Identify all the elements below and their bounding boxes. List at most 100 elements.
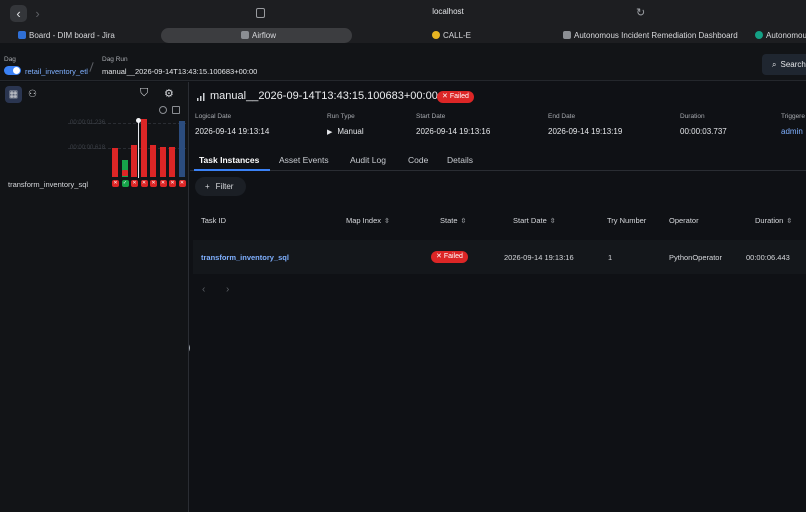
task-id-link[interactable]: transform_inventory_sql [201, 253, 289, 262]
task-instance-state-failed[interactable]: ✕ [150, 180, 157, 187]
run-state-marker [150, 170, 156, 176]
browser-tab-jira[interactable]: Board - DIM board - Jira [18, 28, 115, 43]
tab-label: Airflow [252, 31, 277, 40]
tab-label: Autonomou [766, 31, 806, 40]
end-date-value: 2026-09-14 19:13:19 [548, 127, 623, 136]
column-header-start-date[interactable]: Start Date ⇳ [513, 216, 556, 225]
active-tab-indicator [194, 169, 270, 171]
dag-link[interactable]: retail_inventory_etl [25, 67, 88, 76]
logical-date-value: 2026-09-14 19:13:14 [195, 127, 270, 136]
tab-details[interactable]: Details [447, 155, 473, 165]
search-icon: ⌕ [772, 60, 777, 69]
browser-tab-calle[interactable]: CALL-E [432, 28, 471, 43]
tab-label: Autonomous Incident Remediation Dashboar… [574, 31, 738, 40]
run-duration-bar[interactable] [140, 119, 147, 177]
play-icon: ▶ [327, 129, 333, 136]
run-title: manual__2026-09-14T13:43:15.100683+00:00 [210, 90, 438, 102]
reload-icon[interactable]: ↻ [636, 6, 645, 19]
tab-audit-log[interactable]: Audit Log [350, 155, 386, 165]
autonomous-favicon-icon [755, 31, 763, 39]
sort-icon: ⇳ [786, 218, 793, 225]
column-header-task-id[interactable]: Task ID [201, 216, 226, 225]
duration-cell: 00:00:06.443 [746, 253, 790, 262]
operator-cell: PythonOperator [669, 253, 722, 262]
column-header-duration[interactable]: Duration ⇳ [755, 216, 792, 225]
column-header-try-number[interactable]: Try Number [607, 216, 646, 225]
triggered-by-label: Triggere [781, 113, 805, 120]
tab-label: Board - DIM board - Jira [29, 31, 115, 40]
jira-favicon-icon [18, 31, 26, 39]
task-instance-state-failed[interactable]: ✕ [159, 180, 167, 187]
grid-task-name[interactable]: transform_inventory_sql [8, 180, 88, 189]
search-label: Search [780, 60, 806, 69]
duration-axis-label: 00:00:00.618 [70, 145, 106, 151]
try-number-cell: 1 [608, 253, 613, 262]
calle-favicon-icon [432, 31, 440, 39]
column-header-label: Operator [669, 216, 699, 225]
dag-run-label: Dag Run [102, 56, 128, 63]
run-type-text: Manual [337, 127, 364, 136]
dashboard-favicon-icon [563, 31, 571, 39]
run-state-marker [131, 170, 137, 176]
column-header-map-index[interactable]: Map Index ⇳ [346, 216, 390, 225]
duration-label: Duration [680, 113, 705, 120]
airflow-favicon-icon [241, 31, 249, 39]
column-header-operator[interactable]: Operator [669, 216, 699, 225]
column-header-label: Map Index [346, 216, 382, 225]
end-date-label: End Date [548, 113, 576, 120]
duration-value: 00:00:03.737 [680, 127, 727, 136]
run-state-marker [159, 170, 166, 176]
column-header-label: Duration [755, 216, 784, 225]
tab-task-instances[interactable]: Task Instances [199, 155, 259, 165]
next-page-icon[interactable]: › [226, 284, 229, 295]
filter-icon[interactable]: ⛉ [140, 87, 148, 100]
sort-icon: ⇳ [460, 218, 467, 225]
start-date-label: Start Date [416, 113, 446, 120]
column-header-label: State [440, 216, 458, 225]
plus-icon: + [205, 182, 210, 191]
task-instance-state-failed[interactable]: ✕ [178, 180, 186, 187]
column-header-state[interactable]: State ⇳ [440, 216, 466, 225]
start-date-value: 2026-09-14 19:13:16 [416, 127, 491, 136]
sort-icon: ⇳ [549, 218, 556, 225]
bar-chart-icon [197, 93, 205, 101]
add-filter-button[interactable]: + Filter [195, 177, 246, 196]
status-badge: ✕ Failed [437, 91, 474, 103]
address-bar[interactable]: localhost [0, 7, 806, 16]
previous-page-icon[interactable]: ‹ [202, 284, 205, 295]
tab-code[interactable]: Code [408, 155, 428, 165]
browser-tab-incident-dashboard[interactable]: Autonomous Incident Remediation Dashboar… [563, 28, 738, 43]
main-content [190, 82, 806, 512]
sort-icon: ⇳ [384, 218, 390, 225]
column-header-label: Start Date [513, 216, 547, 225]
task-instance-state-failed[interactable]: ✕ [140, 180, 148, 187]
browser-tab-strip: Board - DIM board - Jira Airflow CALL-E … [0, 28, 806, 43]
task-instance-state-failed[interactable]: ✕ [112, 180, 119, 187]
gear-icon[interactable]: ⚙ [164, 87, 174, 100]
filter-label: Filter [215, 182, 234, 191]
close-icon: ✕ [436, 253, 444, 260]
task-instance-state-failed[interactable]: ✕ [169, 180, 176, 187]
run-type-value: ▶ Manual [327, 127, 364, 136]
selected-run-marker [138, 120, 139, 178]
info-icon[interactable] [159, 106, 167, 114]
grid-view-icon[interactable]: ▦ [5, 86, 22, 103]
task-instance-state-success[interactable]: ✓ [121, 180, 129, 187]
start-date-cell: 2026-09-14 19:13:16 [504, 253, 574, 262]
legend-icon[interactable] [172, 106, 180, 114]
triggered-by-link[interactable]: admin [781, 127, 803, 136]
task-instance-state-failed[interactable]: ✕ [131, 180, 138, 187]
dag-run-breadcrumb[interactable]: manual__2026-09-14T13:43:15.100683+00:00 [102, 67, 257, 76]
run-duration-bar[interactable] [178, 121, 185, 177]
task-state-badge: ✕ Failed [431, 251, 468, 263]
column-header-label: Task ID [201, 216, 227, 225]
browser-tab-airflow[interactable]: Airflow [161, 28, 352, 43]
duration-axis-label: 00:00:01.236 [70, 120, 106, 126]
run-type-label: Run Type [327, 113, 355, 120]
close-icon: ✕ [442, 93, 450, 100]
graph-view-icon[interactable]: ⚇ [24, 86, 41, 103]
tab-asset-events[interactable]: Asset Events [279, 155, 329, 165]
dag-pause-toggle[interactable] [4, 66, 21, 75]
search-button[interactable]: ⌕ Search [762, 54, 806, 75]
browser-tab-autonomous[interactable]: Autonomou [755, 28, 806, 43]
